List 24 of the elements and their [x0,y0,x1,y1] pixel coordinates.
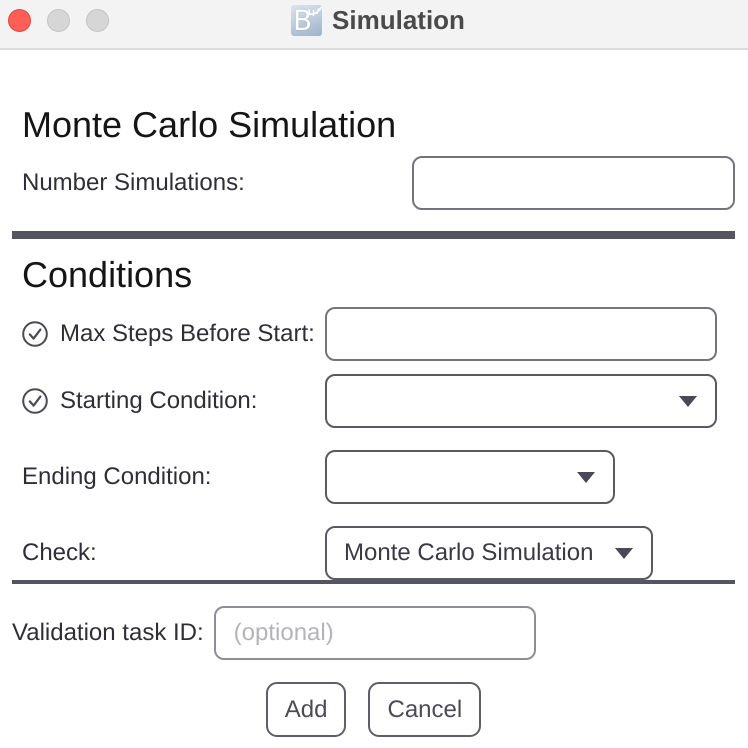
section-heading: Monte Carlo Simulation [22,105,396,145]
dropdown[interactable] [325,374,717,428]
window-title: Simulation [332,4,465,36]
app-logo: B [291,4,322,36]
checkbox[interactable] [22,321,48,347]
section-heading: Conditions [22,255,192,295]
field-label: Starting Condition: [60,387,258,415]
caret-icon [615,548,633,558]
text-field[interactable] [412,156,735,210]
checkbox[interactable] [22,388,48,414]
close-button[interactable] [8,8,31,32]
caret-icon [577,472,595,482]
dropdown[interactable]: Monte Carlo Simulation [325,526,653,580]
button[interactable]: Cancel [368,682,482,737]
button[interactable]: Add [266,682,346,737]
field-label: Validation task ID: [12,619,204,647]
dropdown[interactable] [325,450,615,504]
text-field[interactable]: (optional) [214,606,536,660]
field-label: Max Steps Before Start: [60,320,315,348]
text-field[interactable] [325,307,717,361]
field-label: Ending Condition: [22,463,212,491]
field-label: Check: [22,539,97,567]
caret-icon [679,396,697,406]
field-label: Number Simulations: [22,169,245,197]
